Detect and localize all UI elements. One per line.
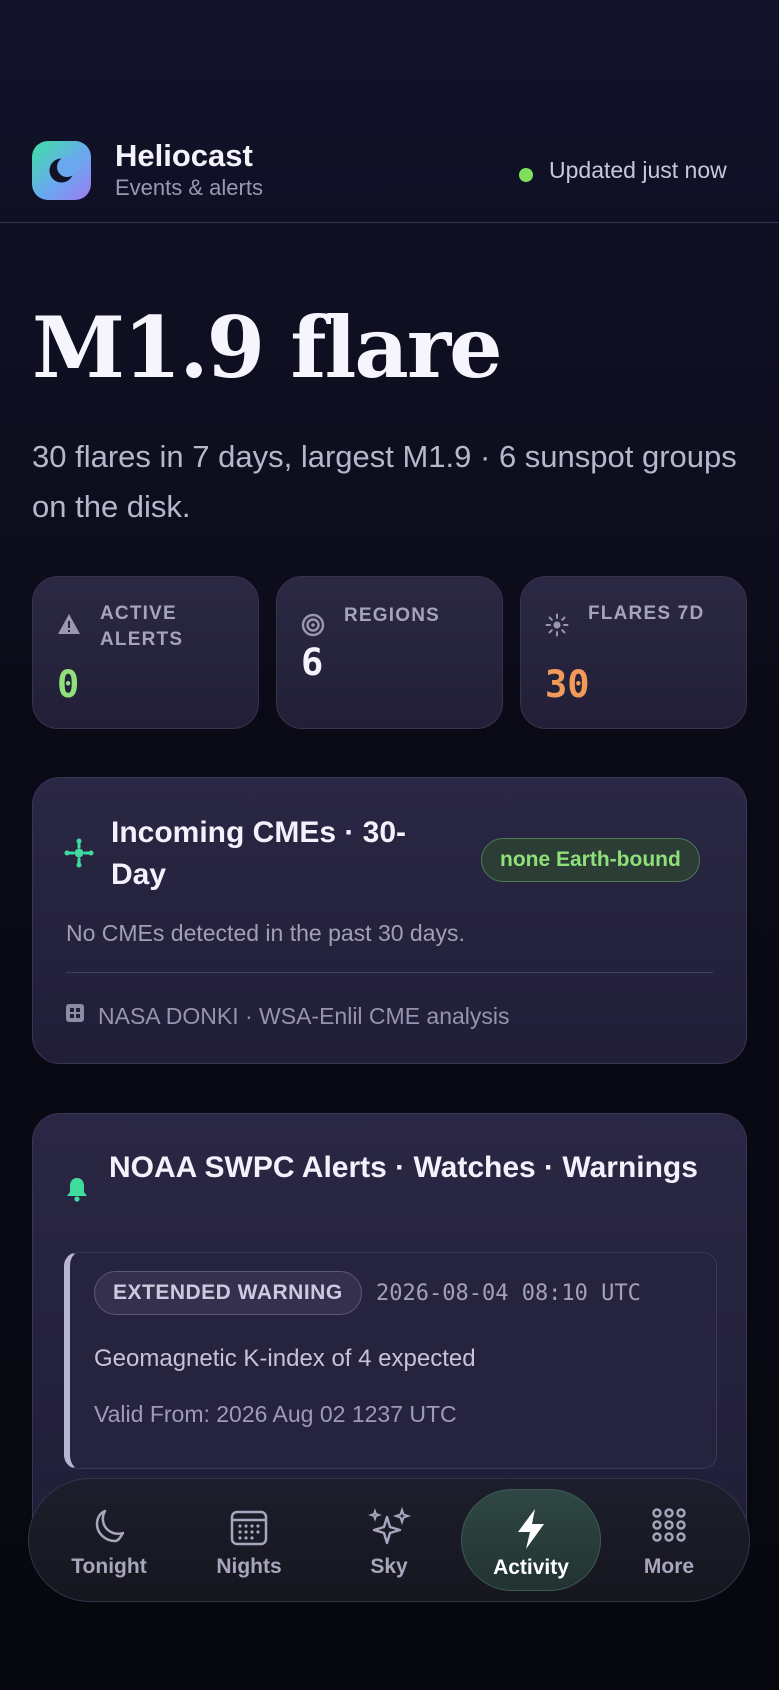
nav-activity[interactable]: Activity — [461, 1489, 601, 1591]
stat-card-regions[interactable]: REGIONS 6 — [276, 576, 503, 729]
nav-label: Tonight — [71, 1555, 147, 1578]
calendar-icon — [230, 1510, 268, 1546]
stat-card-active-alerts[interactable]: ACTIVE ALERTS 0 — [32, 576, 259, 729]
app-logo — [32, 141, 91, 200]
alert-message: Geomagnetic K-index of 4 expected — [94, 1345, 476, 1372]
alert-time: 2026-08-04 08:10 UTC — [376, 1281, 641, 1306]
grid-icon — [66, 1004, 84, 1022]
moon-logo-icon — [49, 157, 77, 183]
nav-nights[interactable]: Nights — [183, 1489, 315, 1591]
alert-valid-from: Valid From: 2026 Aug 02 1237 UTC — [94, 1401, 457, 1427]
earth-bound-badge: none Earth-bound — [481, 838, 700, 882]
moon-icon — [95, 1509, 125, 1543]
cme-burst-icon — [64, 838, 94, 868]
sun-icon — [545, 613, 569, 637]
target-icon — [301, 613, 325, 637]
cme-card: Incoming CMEs · 30-Day none Earth-bound … — [32, 777, 747, 1064]
nav-label: More — [643, 1555, 695, 1578]
alert-type-badge: EXTENDED WARNING — [94, 1271, 362, 1315]
app-header: Heliocast Events & alerts Updated just n… — [0, 0, 779, 223]
app-subtitle: Events & alerts — [115, 175, 263, 200]
bell-icon — [67, 1178, 87, 1202]
cme-source: NASA DONKI · WSA-Enlil CME analysis — [98, 1003, 510, 1029]
bottom-nav: Tonight Nights Sky Activity More — [28, 1478, 750, 1602]
alerts-card: NOAA SWPC Alerts · Watches · Warnings EX… — [32, 1113, 747, 1533]
sparkles-icon — [368, 1507, 411, 1545]
hero-summary: 30 flares in 7 days, largest M1.9 · 6 su… — [32, 439, 737, 524]
update-status: Updated just now — [549, 157, 727, 183]
stat-value: 0 — [57, 663, 80, 706]
lightning-icon — [518, 1509, 544, 1549]
nav-more[interactable]: More — [603, 1489, 735, 1591]
hero-title: M1.9 flare — [32, 298, 503, 397]
grid-dots-icon — [652, 1508, 686, 1542]
nav-tonight[interactable]: Tonight — [43, 1489, 175, 1591]
stat-value: 30 — [545, 663, 590, 706]
warning-icon — [58, 614, 80, 634]
status-dot — [519, 168, 533, 182]
divider — [66, 972, 713, 973]
cme-message: No CMEs detected in the past 30 days. — [66, 920, 465, 946]
stat-card-flares-7d[interactable]: FLARES 7D 30 — [520, 576, 747, 729]
app-title: Heliocast — [115, 138, 253, 173]
nav-label: Activity — [493, 1556, 569, 1579]
stat-label: REGIONS — [344, 605, 441, 626]
nav-sky[interactable]: Sky — [323, 1489, 455, 1591]
nav-label: Sky — [370, 1555, 408, 1578]
stat-label: FLARES 7D — [588, 603, 705, 624]
alert-item[interactable]: EXTENDED WARNING 2026-08-04 08:10 UTC Ge… — [64, 1252, 717, 1469]
stat-label: ACTIVE ALERTS — [100, 603, 184, 650]
stat-value: 6 — [301, 641, 324, 684]
nav-label: Nights — [216, 1555, 282, 1578]
alerts-card-title: NOAA SWPC Alerts · Watches · Warnings — [109, 1151, 698, 1184]
cme-card-title: Incoming CMEs · 30-Day — [111, 816, 407, 891]
